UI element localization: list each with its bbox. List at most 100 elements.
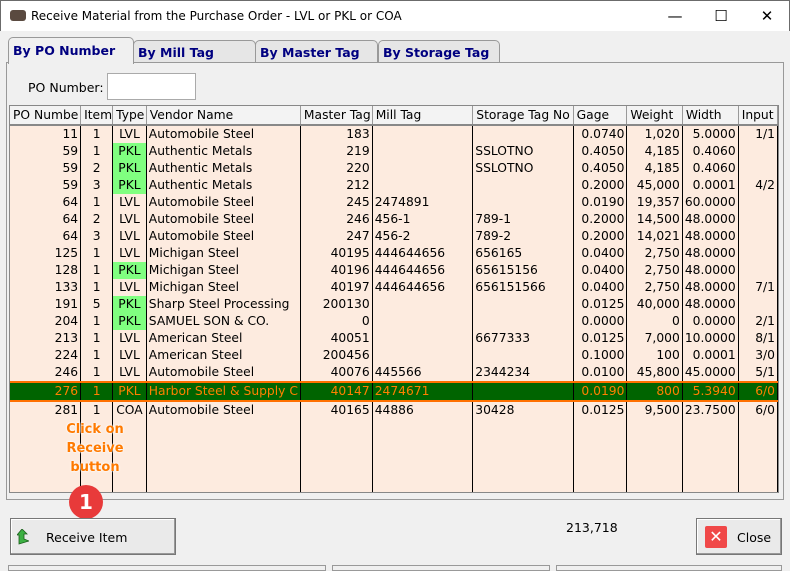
table-cell: 0.4050 bbox=[573, 160, 628, 177]
table-row[interactable]: 59 2 PKL Authentic Metals 220 SSLOTNO 0.4050 4,… bbox=[10, 160, 778, 177]
table-cell: 59 bbox=[10, 160, 82, 177]
annotation-line: Receive bbox=[66, 441, 124, 456]
table-cell: 11 bbox=[10, 125, 82, 143]
column-header[interactable]: Weight bbox=[626, 106, 683, 126]
table-cell bbox=[372, 347, 474, 364]
column-header[interactable]: Storage Tag No bbox=[472, 106, 574, 126]
status-pane bbox=[556, 565, 782, 571]
close-window-button[interactable]: ✕ bbox=[744, 1, 790, 32]
table-cell: 2/1 bbox=[738, 313, 778, 330]
table-row[interactable]: 59 3 PKL Authentic Metals 212 0.2000 45,000 0.0… bbox=[10, 177, 778, 194]
close-button[interactable]: ✕ Close bbox=[696, 518, 782, 555]
table-row[interactable]: 64 1 LVL Automobile Steel 245 2474891 0.0190 19… bbox=[10, 194, 778, 211]
table-cell: 40196 bbox=[300, 262, 373, 279]
window-title: Receive Material from the Purchase Order… bbox=[31, 9, 402, 23]
table-cell: 0.2000 bbox=[573, 177, 628, 194]
table-row[interactable]: 125 1 LVL Michigan Steel 40195 444644656 65616… bbox=[10, 245, 778, 262]
column-header[interactable]: Item bbox=[80, 106, 114, 126]
table-cell: Harbor Steel & Supply C bbox=[146, 381, 301, 402]
tab-by-po-number[interactable]: By PO Number bbox=[8, 37, 134, 64]
table-cell: 444644656 bbox=[372, 279, 474, 296]
table-cell: SSLOTNO bbox=[472, 143, 574, 160]
column-header[interactable]: Master Tag bbox=[300, 106, 373, 126]
table-cell: 4,185 bbox=[626, 143, 683, 160]
instruction-annotation: Click on Receive button bbox=[60, 420, 130, 477]
table-cell bbox=[372, 296, 474, 313]
table-cell: PKL bbox=[112, 296, 147, 313]
table-cell: 200456 bbox=[300, 347, 373, 364]
receive-item-label: Receive Item bbox=[46, 530, 128, 545]
table-row[interactable]: 64 3 LVL Automobile Steel 247 456-2 789-2 0.200… bbox=[10, 228, 778, 245]
close-label: Close bbox=[737, 530, 772, 545]
table-cell: LVL bbox=[112, 347, 147, 364]
table-row[interactable]: 64 2 LVL Automobile Steel 246 456-1 789-1 0.200… bbox=[10, 211, 778, 228]
empty-cell bbox=[626, 419, 683, 492]
receive-arrow-icon bbox=[17, 529, 29, 545]
table-row[interactable]: 224 1 LVL American Steel 200456 0.1000 100 0.00… bbox=[10, 347, 778, 364]
tab-by-storage-tag[interactable]: By Storage Tag bbox=[378, 40, 500, 63]
maximize-button[interactable]: ☐ bbox=[698, 1, 744, 32]
table-cell: 23.7500 bbox=[682, 401, 739, 419]
table-cell: 1 bbox=[80, 245, 114, 262]
table-cell: 0.4060 bbox=[682, 160, 739, 177]
column-header[interactable]: Input bbox=[738, 106, 778, 126]
table-cell: 2,750 bbox=[626, 279, 683, 296]
table-cell: 0.0125 bbox=[573, 296, 628, 313]
table-cell: 2 bbox=[80, 211, 114, 228]
table-cell: 204 bbox=[10, 313, 82, 330]
table-row[interactable]: 246 1 LVL Automobile Steel 40076 445566 234423… bbox=[10, 364, 778, 382]
table-cell: 64 bbox=[10, 228, 82, 245]
table-cell: LVL bbox=[112, 245, 147, 262]
po-number-input[interactable] bbox=[107, 73, 196, 100]
table-cell: 40195 bbox=[300, 245, 373, 262]
column-header[interactable]: Vendor Name bbox=[146, 106, 301, 126]
table-cell bbox=[738, 211, 778, 228]
table-row[interactable]: 276 1 PKL Harbor Steel & Supply C 40147 24746… bbox=[10, 381, 778, 402]
table-row[interactable]: 59 1 PKL Authentic Metals 219 SSLOTNO 0.4050 4,… bbox=[10, 143, 778, 160]
table-cell: 1 bbox=[80, 364, 114, 382]
table-row[interactable]: 204 1 PKL SAMUEL SON & CO. 0 0.0000 0 0.0000 2/1 bbox=[10, 313, 778, 330]
table-cell: 213 bbox=[10, 330, 82, 347]
receive-item-button[interactable]: Receive Item bbox=[10, 518, 176, 555]
table-row[interactable]: 11 1 LVL Automobile Steel 183 0.0740 1,020 5.00… bbox=[10, 125, 778, 143]
column-header[interactable]: Width bbox=[682, 106, 739, 126]
table-cell bbox=[738, 194, 778, 211]
table-cell: 1 bbox=[80, 262, 114, 279]
table-cell: LVL bbox=[112, 125, 147, 143]
tab-by-mill-tag[interactable]: By Mill Tag bbox=[133, 40, 256, 63]
table-cell: COA bbox=[112, 401, 147, 419]
table-row[interactable]: 213 1 LVL American Steel 40051 6677333 0.0125 7… bbox=[10, 330, 778, 347]
column-header[interactable]: Gage bbox=[573, 106, 628, 126]
table-row[interactable]: 281 1 COA Automobile Steel 40165 44886 30428 0.… bbox=[10, 401, 778, 419]
table-cell: Automobile Steel bbox=[146, 228, 301, 245]
table-cell: 4/2 bbox=[738, 177, 778, 194]
tab-by-master-tag[interactable]: By Master Tag bbox=[255, 40, 378, 63]
table-cell: 8/1 bbox=[738, 330, 778, 347]
table-cell: 48.0000 bbox=[682, 228, 739, 245]
minimize-button[interactable]: — bbox=[652, 1, 698, 32]
column-header[interactable]: Mill Tag bbox=[372, 106, 474, 126]
table-cell: 40051 bbox=[300, 330, 373, 347]
table-cell: 1 bbox=[80, 279, 114, 296]
total-weight: 213,718 bbox=[566, 520, 618, 535]
title-bar: Receive Material from the Purchase Order… bbox=[0, 0, 790, 31]
table-cell: 789-2 bbox=[472, 228, 574, 245]
table-cell: 59 bbox=[10, 177, 82, 194]
table-cell: Automobile Steel bbox=[146, 401, 301, 419]
column-header[interactable]: Type bbox=[112, 106, 147, 126]
table-row[interactable]: 191 5 PKL Sharp Steel Processing 200130 0.012… bbox=[10, 296, 778, 313]
table-row[interactable]: 133 1 LVL Michigan Steel 40197 444644656 65615… bbox=[10, 279, 778, 296]
table-cell: Michigan Steel bbox=[146, 262, 301, 279]
table-cell: 48.0000 bbox=[682, 279, 739, 296]
table-cell: 100 bbox=[626, 347, 683, 364]
close-x-icon: ✕ bbox=[705, 526, 727, 548]
table-cell: 59 bbox=[10, 143, 82, 160]
table-cell: Michigan Steel bbox=[146, 279, 301, 296]
table-cell: 1 bbox=[80, 143, 114, 160]
table-cell: 1 bbox=[80, 347, 114, 364]
table-cell: SSLOTNO bbox=[472, 160, 574, 177]
table-cell: 444644656 bbox=[372, 245, 474, 262]
table-cell: 245 bbox=[300, 194, 373, 211]
table-row[interactable]: 128 1 PKL Michigan Steel 40196 444644656 65615… bbox=[10, 262, 778, 279]
column-header[interactable]: PO Numbe bbox=[10, 106, 82, 126]
